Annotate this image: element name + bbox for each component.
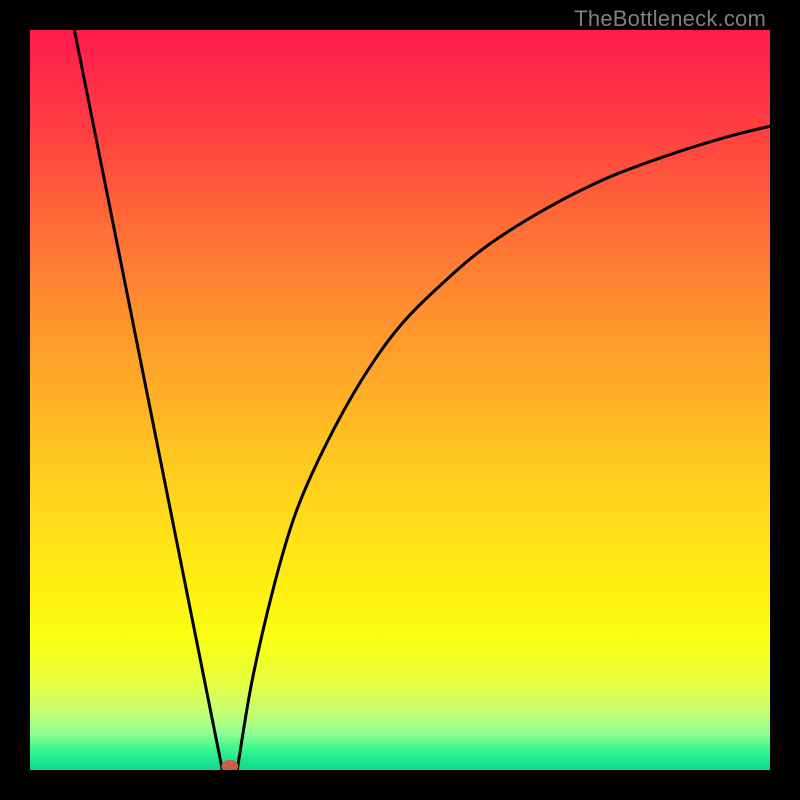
outer-frame: TheBottleneck.com — [0, 0, 800, 800]
curve-left-branch — [74, 30, 222, 770]
watermark-text: TheBottleneck.com — [574, 6, 766, 32]
curve-right-branch — [237, 126, 770, 770]
minimum-marker — [222, 760, 238, 770]
plot-area — [30, 30, 770, 770]
bottleneck-curve — [30, 30, 770, 770]
